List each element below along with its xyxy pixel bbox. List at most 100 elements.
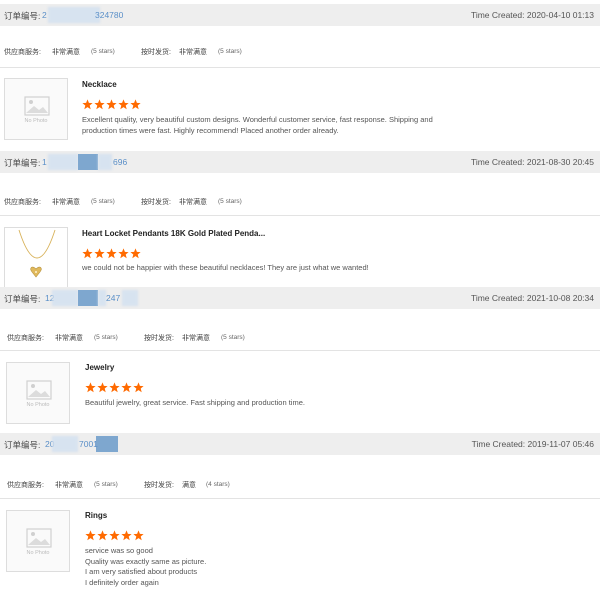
on-time-shipping-stars: (5 stars) [218, 198, 242, 205]
on-time-shipping-rating: 满意 [182, 482, 196, 489]
supplier-service-label: 供应商服务: [7, 335, 44, 342]
star-icon [130, 97, 141, 110]
order-number-label: 订单编号: [4, 158, 41, 168]
section-divider [0, 67, 600, 68]
review-text: we could not be happier with these beaut… [82, 263, 492, 274]
redaction-blur [78, 290, 98, 306]
time-created-label: Time Created: [470, 10, 525, 20]
no-photo-text: No Photo [24, 118, 48, 124]
order-number-suffix[interactable]: 696 [113, 157, 127, 167]
order-number-label: 订单编号: [4, 11, 41, 21]
review-text: service was so good Quality was exactly s… [85, 546, 495, 588]
review-line: I definitely order again [85, 577, 159, 587]
product-title[interactable]: Heart Locket Pendants 18K Gold Plated Pe… [82, 229, 265, 238]
supplier-service-stars: (5 stars) [91, 198, 115, 205]
supplier-service-rating: 非常满意 [52, 49, 80, 56]
order-number-label: 订单编号: [4, 440, 41, 450]
time-created-label: Time Created: [470, 293, 525, 303]
supplier-service-stars: (5 stars) [94, 481, 118, 488]
heart-locket-necklace-icon [18, 229, 56, 278]
on-time-shipping-stars: (5 stars) [221, 334, 245, 341]
image-placeholder-icon [24, 96, 50, 116]
time-created-value: 2019-11-07 05:46 [527, 439, 594, 449]
service-rating-row: 供应商服务: 非常满意 (5 stars) 按时发货: 非常满意 (5 stars) [0, 195, 600, 211]
review-text: Excellent quality, very beautiful custom… [82, 115, 492, 136]
redaction-blur [78, 154, 98, 170]
redaction-blur [122, 290, 138, 306]
star-icon [118, 246, 129, 259]
supplier-service-label: 供应商服务: [7, 482, 44, 489]
star-icon [130, 246, 141, 259]
star-rating [85, 380, 144, 393]
star-rating [82, 97, 141, 110]
review-line: service was so good [85, 546, 153, 555]
supplier-service-stars: (5 stars) [94, 334, 118, 341]
supplier-service-rating: 非常满意 [52, 199, 80, 206]
product-title[interactable]: Jewelry [85, 363, 114, 372]
product-image-necklace[interactable] [4, 227, 68, 289]
on-time-shipping-stars: (4 stars) [206, 481, 230, 488]
star-icon [85, 528, 96, 541]
section-divider [0, 498, 600, 499]
time-created: Time Created: 2021-08-30 20:45 [471, 157, 594, 167]
on-time-shipping-label: 按时发货: [141, 199, 171, 206]
product-title[interactable]: Necklace [82, 80, 117, 89]
order-number-suffix[interactable]: 7001 [79, 439, 98, 449]
order-number-prefix[interactable]: 2 [42, 10, 47, 20]
supplier-service-label: 供应商服务: [4, 49, 41, 56]
product-title[interactable]: Rings [85, 511, 107, 520]
review-line: we could not be happier with these beaut… [82, 263, 369, 272]
no-photo-text: No Photo [26, 550, 50, 556]
order-header-bar: 订单编号: 20 7001 Time Created: 2019-11-07 05:4… [0, 433, 600, 455]
no-photo-thumbnail[interactable]: No Photo [4, 78, 68, 140]
redaction-blur [52, 436, 78, 452]
time-created: Time Created: 2019-11-07 05:46 [472, 439, 594, 449]
star-icon [82, 246, 93, 259]
star-icon [133, 528, 144, 541]
on-time-shipping-rating: 非常满意 [182, 335, 210, 342]
star-icon [85, 380, 96, 393]
order-header-bar: 订单编号: 2 324780 Time Created: 2020-04-10 01:… [0, 4, 600, 26]
order-header-bar: 订单编号: 1 696 Time Created: 2021-08-30 20:45 [0, 151, 600, 173]
no-photo-thumbnail[interactable]: No Photo [6, 510, 70, 572]
on-time-shipping-label: 按时发货: [144, 482, 174, 489]
redaction-blur [48, 7, 100, 23]
service-rating-row: 供应商服务: 非常满意 (5 stars) 按时发货: 非常满意 (5 stars) [0, 45, 600, 61]
review-line: Quality was exactly same as picture. [85, 556, 207, 566]
order-number-suffix[interactable]: 324780 [95, 10, 123, 20]
order-number-label: 订单编号: [4, 294, 41, 304]
review-line: Excellent quality, very beautiful custom… [82, 115, 433, 124]
star-icon [94, 246, 105, 259]
star-icon [133, 380, 144, 393]
star-rating [82, 246, 141, 259]
on-time-shipping-rating: 非常满意 [179, 199, 207, 206]
star-icon [109, 380, 120, 393]
order-number-prefix[interactable]: 1 [42, 157, 47, 167]
image-placeholder-icon [26, 528, 52, 548]
review-line: Beautiful jewelry, great service. Fast s… [85, 398, 305, 407]
review-text: Beautiful jewelry, great service. Fast s… [85, 398, 495, 409]
star-rating [85, 528, 144, 541]
time-created-label: Time Created: [471, 439, 526, 449]
redaction-blur [96, 436, 118, 452]
service-rating-row: 供应商服务: 非常满意 (5 stars) 按时发货: 非常满意 (5 stars) [0, 331, 600, 347]
section-divider [0, 215, 600, 216]
section-divider [0, 350, 600, 351]
redaction-blur [98, 154, 112, 170]
time-created: Time Created: 2020-04-10 01:13 [471, 10, 594, 20]
supplier-service-rating: 非常满意 [55, 482, 83, 489]
supplier-service-stars: (5 stars) [91, 48, 115, 55]
time-created-value: 2020-04-10 01:13 [526, 10, 594, 20]
on-time-shipping-label: 按时发货: [141, 49, 171, 56]
time-created-value: 2021-10-08 20:34 [526, 293, 594, 303]
star-icon [97, 528, 108, 541]
on-time-shipping-rating: 非常满意 [179, 49, 207, 56]
service-rating-row: 供应商服务: 非常满意 (5 stars) 按时发货: 满意 (4 stars) [0, 478, 600, 494]
time-created: Time Created: 2021-10-08 20:34 [471, 293, 594, 303]
star-icon [121, 380, 132, 393]
no-photo-text: No Photo [26, 402, 50, 408]
redaction-blur [48, 154, 78, 170]
star-icon [94, 97, 105, 110]
order-number-suffix[interactable]: 247 [106, 293, 120, 303]
no-photo-thumbnail[interactable]: No Photo [6, 362, 70, 424]
